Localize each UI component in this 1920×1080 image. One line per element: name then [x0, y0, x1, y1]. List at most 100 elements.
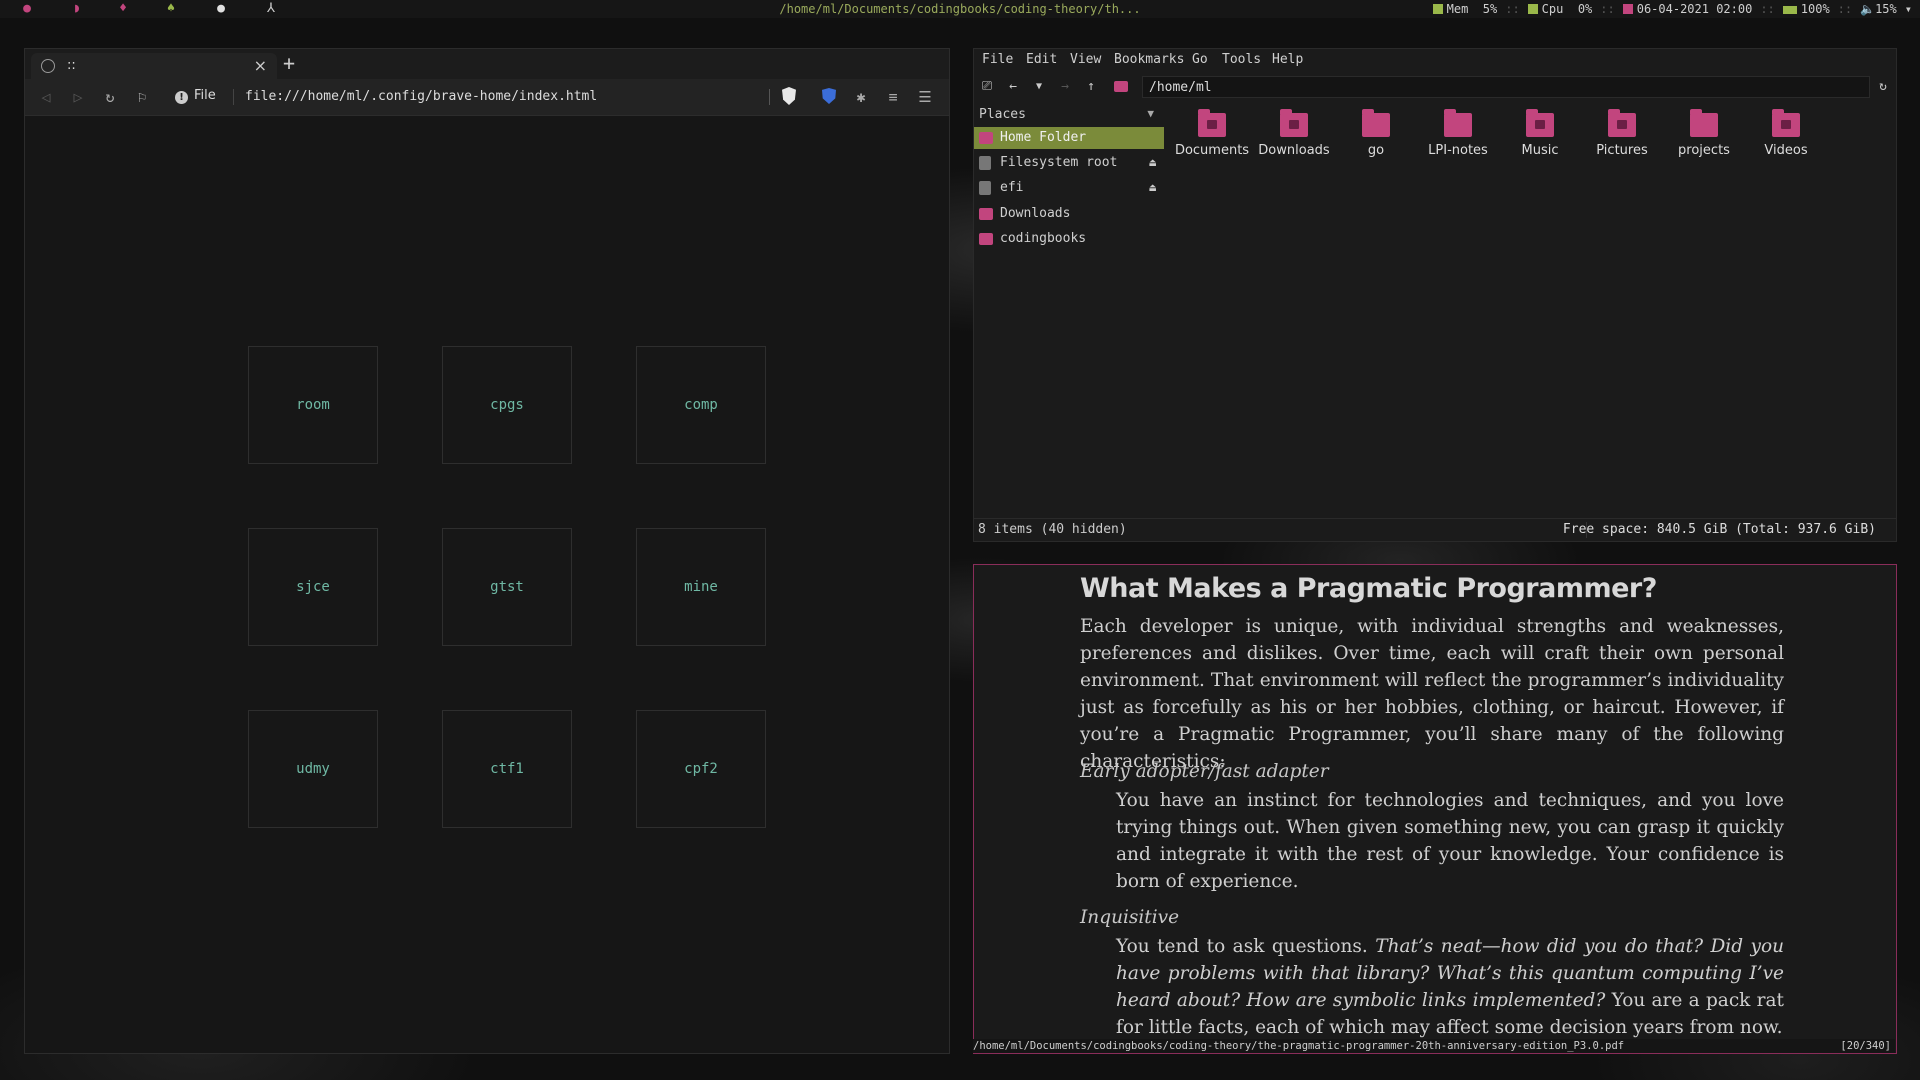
- places-dropdown-icon[interactable]: ▼: [1147, 107, 1154, 120]
- calendar-icon: [1622, 4, 1633, 14]
- menu-tools[interactable]: Tools: [1222, 49, 1261, 71]
- sidebar-item-label: codingbooks: [1000, 231, 1087, 246]
- speed-dial-tile[interactable]: comp: [636, 346, 766, 464]
- location-field[interactable]: /home/ml: [1142, 76, 1870, 98]
- cpu-label: Cpu: [1541, 2, 1564, 16]
- up-icon[interactable]: ↑: [1082, 78, 1100, 96]
- folder-item[interactable]: Videos: [1746, 107, 1826, 158]
- volume-icon[interactable]: 🔈: [1860, 2, 1875, 16]
- extensions-icon[interactable]: ✱: [852, 88, 870, 106]
- folder-icon: [1444, 109, 1472, 137]
- mem-value: 5%: [1482, 2, 1498, 16]
- brave-shields-icon[interactable]: [782, 87, 796, 105]
- folder-item[interactable]: Documents: [1172, 107, 1252, 158]
- address-bar[interactable]: file:///home/ml/.config/brave-home/index…: [245, 89, 597, 104]
- reload-icon[interactable]: ↻: [101, 88, 119, 106]
- workspace-2-icon[interactable]: ◗: [66, 0, 88, 18]
- sidebar-item-label: Downloads: [1000, 206, 1071, 221]
- playlist-icon[interactable]: ≡: [884, 88, 902, 106]
- browser-window: :: × + ◁ ▷ ↻ ⚐ ! File file:///home/ml/.co…: [24, 48, 950, 1054]
- definition-inquisitive: You tend to ask questions. That’s neat—h…: [1116, 933, 1784, 1041]
- sidebar-item-codingbooks[interactable]: codingbooks: [974, 228, 1164, 250]
- pdf-viewer[interactable]: What Makes a Pragmatic Programmer? Each …: [973, 564, 1897, 1054]
- new-window-icon[interactable]: ⎚: [978, 78, 996, 96]
- workspace-6-icon[interactable]: ⅄: [260, 0, 282, 18]
- folder-label: Videos: [1764, 143, 1808, 158]
- separator: ::: [1600, 2, 1615, 16]
- back-icon[interactable]: ←: [1004, 78, 1022, 96]
- speed-dial-tile[interactable]: ctf1: [442, 710, 572, 828]
- browser-tab[interactable]: :: ×: [31, 53, 277, 79]
- speed-dial-tile[interactable]: cpf2: [636, 710, 766, 828]
- downloads-folder-icon: [1280, 109, 1308, 137]
- drive-icon: [979, 181, 991, 195]
- folder-item[interactable]: Pictures: [1582, 107, 1662, 158]
- menu-bookmarks[interactable]: Bookmarks: [1114, 49, 1184, 71]
- sidebar-item-label: efi: [1000, 180, 1024, 195]
- workspace-3-icon[interactable]: ♦: [112, 0, 134, 18]
- home-folder-icon: [1112, 78, 1130, 96]
- speed-dial-grid: room cpgs comp sjce gtst mine udmy ctf1 …: [248, 346, 766, 828]
- term-inquisitive: Inquisitive: [1080, 907, 1180, 928]
- sidebar-item-label: Home Folder: [1000, 130, 1087, 145]
- forward-icon[interactable]: ▷: [69, 88, 87, 106]
- speed-dial-tile[interactable]: mine: [636, 528, 766, 646]
- music-folder-icon: [1526, 109, 1554, 137]
- folder-icon: [979, 233, 993, 245]
- eject-icon[interactable]: ⏏: [1149, 152, 1156, 174]
- separator: ::: [1837, 2, 1853, 16]
- pictures-folder-icon: [1608, 109, 1636, 137]
- speed-dial-tile[interactable]: cpgs: [442, 346, 572, 464]
- divider: [769, 89, 770, 105]
- folder-item[interactable]: LPI-notes: [1418, 107, 1498, 158]
- forward-icon[interactable]: →: [1056, 78, 1074, 96]
- sidebar-item-efi[interactable]: efi ⏏: [974, 177, 1164, 199]
- drive-icon: [979, 156, 991, 170]
- volume-value: 15%: [1875, 2, 1897, 16]
- divider: [233, 89, 234, 105]
- pdf-statusline: /home/ml/Documents/codingbooks/coding-th…: [973, 1039, 1895, 1053]
- site-info-label: File: [194, 88, 216, 103]
- menu-help[interactable]: Help: [1272, 49, 1303, 71]
- page-indicator: [20/340]: [1840, 1040, 1891, 1052]
- workspace-4-icon[interactable]: ♠: [160, 0, 182, 18]
- history-dropdown-icon[interactable]: ▼: [1030, 78, 1048, 96]
- bookmark-icon[interactable]: ⚐: [133, 88, 151, 106]
- menu-icon[interactable]: ☰: [916, 88, 934, 106]
- separator: ::: [1505, 2, 1520, 16]
- new-tab-button[interactable]: +: [283, 51, 295, 75]
- definition-text: You tend to ask questions.: [1116, 936, 1368, 957]
- close-tab-icon[interactable]: ×: [254, 53, 267, 79]
- system-stats: Mem 5% :: Cpu 0% :: 06-04-2021 02:00 :: …: [1432, 0, 1912, 18]
- folder-label: Pictures: [1596, 143, 1648, 158]
- tray-toggle-icon[interactable]: ▾: [1905, 0, 1912, 18]
- back-icon[interactable]: ◁: [37, 88, 55, 106]
- menu-go[interactable]: Go: [1192, 49, 1208, 71]
- workspace-5-icon[interactable]: ●: [210, 0, 232, 18]
- tab-title: ::: [67, 58, 76, 73]
- tab-strip: :: × +: [25, 49, 949, 79]
- reload-icon[interactable]: ↻: [1874, 78, 1892, 96]
- menu-edit[interactable]: Edit: [1026, 49, 1057, 71]
- workspace-1-icon[interactable]: ●: [16, 0, 38, 18]
- folder-item[interactable]: go: [1336, 107, 1416, 158]
- sidebar-item-home-folder[interactable]: Home Folder: [974, 127, 1164, 149]
- speed-dial-tile[interactable]: udmy: [248, 710, 378, 828]
- folder-item[interactable]: Music: [1500, 107, 1580, 158]
- eject-icon[interactable]: ⏏: [1149, 177, 1156, 199]
- free-space: Free space: 840.5 GiB (Total: 937.6 GiB): [1562, 522, 1876, 537]
- folder-label: projects: [1678, 143, 1730, 158]
- mem-label: Mem: [1446, 2, 1469, 16]
- site-info-button[interactable]: ! File: [175, 88, 216, 104]
- speed-dial-tile[interactable]: room: [248, 346, 378, 464]
- folder-item[interactable]: Downloads: [1254, 107, 1334, 158]
- sidebar-item-filesystem-root[interactable]: Filesystem root ⏏: [974, 152, 1164, 174]
- password-manager-icon[interactable]: [822, 88, 836, 104]
- menu-view[interactable]: View: [1070, 49, 1101, 71]
- sidebar-item-downloads[interactable]: Downloads: [974, 203, 1164, 225]
- menu-file[interactable]: File: [982, 49, 1013, 71]
- folder-item[interactable]: projects: [1664, 107, 1744, 158]
- speed-dial-tile[interactable]: sjce: [248, 528, 378, 646]
- speed-dial-tile[interactable]: gtst: [442, 528, 572, 646]
- intro-paragraph: Each developer is unique, with individua…: [1080, 616, 1784, 772]
